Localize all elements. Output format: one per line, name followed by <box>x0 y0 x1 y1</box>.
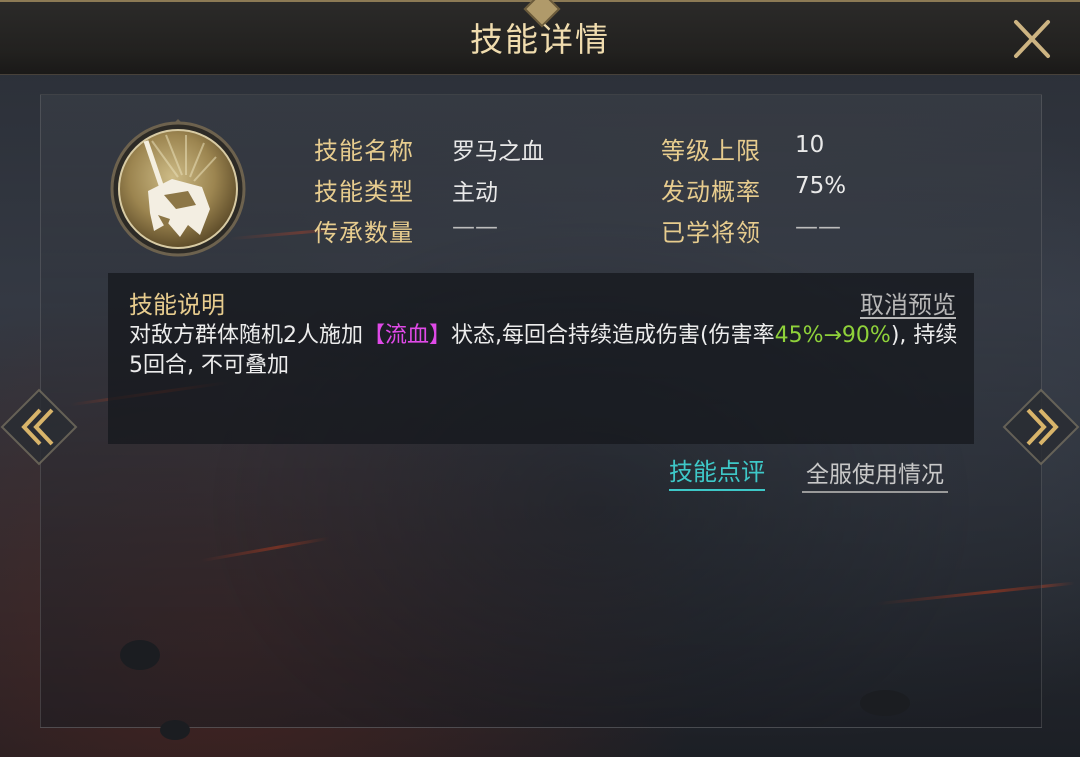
trigger-rate-value: 75% <box>795 173 847 199</box>
trigger-rate-label: 发动概率 <box>661 178 761 206</box>
server-usage-link[interactable]: 全服使用情况 <box>802 455 948 493</box>
bleed-status-tag: 【流血】 <box>363 323 452 348</box>
inherit-count-label: 传承数量 <box>314 219 414 247</box>
description-text-before: 对敌方群体随机2人施加 <box>129 323 363 348</box>
cancel-preview-link[interactable]: 取消预览 <box>860 285 956 320</box>
skill-type-label: 技能类型 <box>314 178 414 206</box>
header-bar: 技能详情 <box>0 0 1080 75</box>
damage-rate-value: 45%→90% <box>774 323 891 348</box>
next-skill-button[interactable] <box>1002 388 1080 466</box>
description-text: 对敌方群体随机2人施加【流血】状态,每回合持续造成伤害(伤害率45%→90%),… <box>129 321 961 381</box>
learned-generals-value: —— <box>795 214 841 240</box>
skill-icon <box>106 117 250 261</box>
inherit-count-value: —— <box>452 214 498 240</box>
helmet-banner-icon <box>110 119 246 257</box>
page-title: 技能详情 <box>470 20 610 59</box>
close-button[interactable] <box>1004 14 1060 66</box>
description-title: 技能说明 <box>129 291 225 319</box>
double-chevron-right-icon <box>1002 388 1080 466</box>
skill-description-box: 技能说明 取消预览 对敌方群体随机2人施加【流血】状态,每回合持续造成伤害(伤害… <box>108 273 974 444</box>
skill-review-link[interactable]: 技能点评 <box>669 452 765 491</box>
skill-type-value: 主动 <box>452 180 498 206</box>
prev-skill-button[interactable] <box>0 388 78 466</box>
description-text-middle: 状态,每回合持续造成伤害(伤害率 <box>451 323 775 348</box>
double-chevron-left-icon <box>0 388 78 466</box>
level-cap-value: 10 <box>795 132 825 158</box>
background-rock <box>120 640 160 670</box>
level-cap-label: 等级上限 <box>661 137 761 165</box>
close-icon <box>1014 20 1050 58</box>
skill-name-label: 技能名称 <box>314 137 414 165</box>
background-rock <box>160 720 190 740</box>
background-rock <box>860 690 910 716</box>
skill-name-value: 罗马之血 <box>452 139 544 165</box>
learned-generals-label: 已学将领 <box>661 219 761 247</box>
